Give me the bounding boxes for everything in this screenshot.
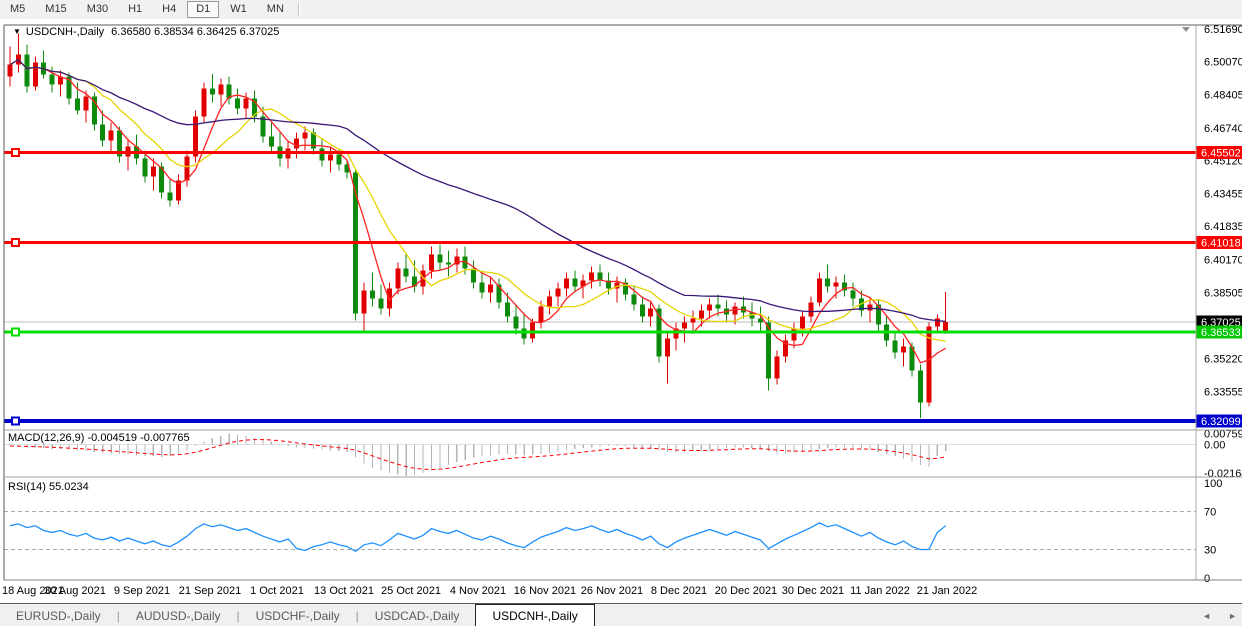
tab-usdcad[interactable]: USDCAD-,Daily xyxy=(359,604,476,626)
rsi-line xyxy=(10,523,946,552)
svg-text:20 Dec 2021: 20 Dec 2021 xyxy=(715,585,777,597)
macd-indicator-label: MACD(12,26,9) -0.004519 -0.007765 xyxy=(8,432,190,444)
symbol-dropdown-icon[interactable]: ▼ xyxy=(13,27,21,36)
rsi-value: 55.0234 xyxy=(49,481,89,493)
svg-text:6.43455: 6.43455 xyxy=(1204,189,1242,201)
tab-usdcnh[interactable]: USDCNH-,Daily xyxy=(475,604,594,626)
candles-group xyxy=(8,34,949,418)
svg-text:9 Sep 2021: 9 Sep 2021 xyxy=(114,585,170,597)
chart-title: ▼ USDCNH-,Daily 6.36580 6.38534 6.36425 6.… xyxy=(13,26,279,38)
hline-handle[interactable] xyxy=(12,417,19,424)
hline-handle[interactable] xyxy=(12,239,19,246)
tab-audusd[interactable]: AUDUSD-,Daily xyxy=(120,604,237,626)
svg-text:21 Jan 2022: 21 Jan 2022 xyxy=(917,585,978,597)
rsi-axis-label: 70 xyxy=(1204,507,1216,519)
svg-text:6.33555: 6.33555 xyxy=(1204,387,1242,399)
hline-handle[interactable] xyxy=(12,149,19,156)
svg-text:25 Oct 2021: 25 Oct 2021 xyxy=(381,585,441,597)
svg-text:30 Aug 2021: 30 Aug 2021 xyxy=(44,585,106,597)
chart-tabs-bar: EURUSD-,Daily|AUDUSD-,Daily|USDCHF-,Dail… xyxy=(0,603,1242,626)
svg-text:6.41018: 6.41018 xyxy=(1201,237,1241,249)
moving-average-fast xyxy=(10,60,946,363)
svg-text:11 Jan 2022: 11 Jan 2022 xyxy=(850,585,910,597)
panel-borders xyxy=(4,25,1242,580)
svg-text:6.38505: 6.38505 xyxy=(1204,288,1242,300)
svg-text:6.32099: 6.32099 xyxy=(1201,416,1241,428)
candlestick-chart[interactable]: 6.516906.500706.484056.467406.451206.434… xyxy=(0,0,1242,626)
price-axis: 6.516906.500706.484056.467406.451206.434… xyxy=(1204,24,1242,399)
moving-average-mid xyxy=(10,60,946,341)
tab-scroll-left-icon[interactable]: ◄ xyxy=(1202,611,1211,621)
chart-ohlc-values: 6.36580 6.38534 6.36425 6.37025 xyxy=(111,26,279,38)
svg-text:6.48405: 6.48405 xyxy=(1204,90,1242,102)
macd-name: MACD(12,26,9) xyxy=(8,432,84,444)
chart-shift-marker-icon xyxy=(1182,27,1190,32)
hline-handle[interactable] xyxy=(12,329,19,336)
macd-values: -0.004519 -0.007765 xyxy=(87,432,189,444)
date-axis: 18 Aug 202130 Aug 20219 Sep 202121 Sep 2… xyxy=(2,585,977,597)
svg-text:6.36533: 6.36533 xyxy=(1201,327,1241,339)
rsi-axis-label: 0 xyxy=(1204,573,1210,585)
svg-text:21 Sep 2021: 21 Sep 2021 xyxy=(179,585,241,597)
svg-text:4 Nov 2021: 4 Nov 2021 xyxy=(450,585,506,597)
tab-scrollers: ◄ ► xyxy=(1202,604,1237,626)
chart-symbol-period: USDCNH-,Daily xyxy=(26,26,104,38)
tab-scroll-right-icon[interactable]: ► xyxy=(1228,611,1237,621)
macd-axis-label: 0.00 xyxy=(1204,440,1225,452)
svg-text:6.46740: 6.46740 xyxy=(1204,123,1242,135)
rsi-axis-label: 30 xyxy=(1204,545,1216,557)
svg-text:6.45502: 6.45502 xyxy=(1201,148,1241,160)
svg-text:16 Nov 2021: 16 Nov 2021 xyxy=(514,585,576,597)
svg-text:6.40170: 6.40170 xyxy=(1204,254,1242,266)
svg-text:26 Nov 2021: 26 Nov 2021 xyxy=(581,585,643,597)
svg-text:1 Oct 2021: 1 Oct 2021 xyxy=(250,585,304,597)
moving-average-slow xyxy=(10,60,946,322)
svg-text:8 Dec 2021: 8 Dec 2021 xyxy=(651,585,707,597)
svg-text:6.41835: 6.41835 xyxy=(1204,221,1242,233)
svg-text:6.51690: 6.51690 xyxy=(1204,24,1242,36)
rsi-axis-label: 100 xyxy=(1204,478,1222,490)
tab-usdchf[interactable]: USDCHF-,Daily xyxy=(240,604,356,626)
svg-text:13 Oct 2021: 13 Oct 2021 xyxy=(314,585,374,597)
rsi-name: RSI(14) xyxy=(8,481,46,493)
svg-text:6.50070: 6.50070 xyxy=(1204,56,1242,68)
svg-text:6.35220: 6.35220 xyxy=(1204,353,1242,365)
tab-eurusd[interactable]: EURUSD-,Daily xyxy=(0,604,117,626)
rsi-indicator-label: RSI(14) 55.0234 xyxy=(8,481,89,493)
mt4-window: M5M15M30H1H4D1W1MN 6.516906.500706.48405… xyxy=(0,0,1242,626)
svg-text:30 Dec 2021: 30 Dec 2021 xyxy=(782,585,844,597)
